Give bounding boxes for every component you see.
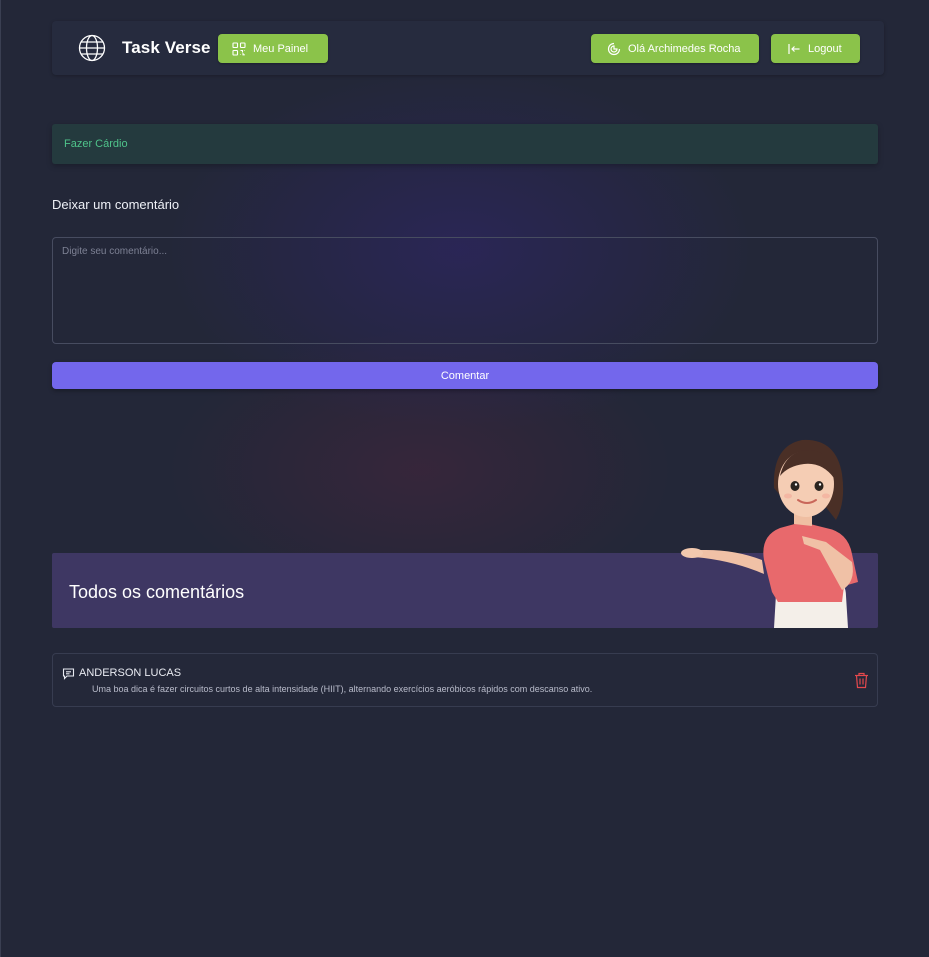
- top-navbar: Task Verse Meu Painel Olá Archimedes Roc…: [52, 21, 884, 75]
- task-title-banner: Fazer Cárdio: [52, 124, 878, 164]
- task-title: Fazer Cárdio: [64, 138, 128, 150]
- all-comments-heading: Todos os comentários: [69, 582, 245, 602]
- message-icon: [62, 668, 75, 680]
- submit-comment-button[interactable]: Comentar: [52, 362, 878, 389]
- logout-arrow-icon: [788, 43, 800, 54]
- brand-name[interactable]: Task Verse: [122, 38, 211, 58]
- presenter-character-illustration: [681, 439, 858, 628]
- qr-grid-icon: [232, 41, 246, 56]
- my-panel-label: Meu Painel: [253, 42, 309, 55]
- globe-icon[interactable]: [78, 34, 106, 62]
- left-border: [0, 0, 1, 957]
- comment-input[interactable]: [52, 237, 878, 344]
- my-panel-button[interactable]: Meu Painel: [218, 34, 328, 63]
- comment-text: Uma boa dica é fazer circuitos curtos de…: [92, 684, 593, 694]
- comment-item: ANDERSON LUCAS Uma boa dica é fazer circ…: [52, 653, 878, 707]
- user-profile-button[interactable]: Olá Archimedes Rocha: [591, 34, 759, 63]
- logout-label: Logout: [808, 42, 842, 55]
- comment-author: ANDERSON LUCAS: [79, 667, 182, 679]
- comment-form-heading: Deixar um comentário: [52, 197, 180, 212]
- user-greeting: Olá Archimedes Rocha: [628, 42, 741, 55]
- trash-icon[interactable]: [854, 672, 869, 689]
- logout-button[interactable]: Logout: [771, 34, 860, 63]
- user-circle-icon: [607, 42, 621, 55]
